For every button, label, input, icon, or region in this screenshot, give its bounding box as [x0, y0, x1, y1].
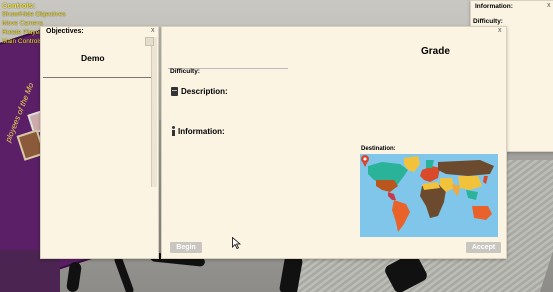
objectives-divider	[43, 77, 151, 78]
objectives-title: Objectives:	[46, 28, 84, 35]
controls-line: Show/Hide Objectives	[2, 11, 66, 18]
grade-label: Grade	[421, 46, 450, 57]
world-map	[360, 154, 498, 237]
close-icon[interactable]: x	[151, 27, 155, 34]
objective-item[interactable]: Demo	[81, 53, 105, 63]
objectives-scrollbar[interactable]	[151, 37, 157, 187]
information-difficulty-label: Difficulty:	[473, 18, 503, 25]
book-icon	[171, 87, 178, 96]
begin-button[interactable]: Begin	[170, 242, 202, 253]
close-icon[interactable]: x	[498, 27, 502, 34]
objectives-panel: Objectives: x Demo	[40, 26, 159, 259]
difficulty-label: Difficulty:	[170, 68, 200, 75]
controls-title: Controls:	[2, 1, 36, 10]
close-icon[interactable]: x	[547, 2, 551, 9]
information-label: Information:	[178, 126, 225, 136]
information-header: Information:	[171, 126, 225, 136]
description-header: Description:	[171, 87, 228, 96]
objectives-scroll-thumb[interactable]	[145, 37, 154, 46]
mission-panel: x Grade Difficulty: Description: Informa…	[161, 26, 507, 259]
description-label: Description:	[181, 87, 228, 96]
mouse-cursor-icon	[232, 237, 241, 249]
accept-button[interactable]: Accept	[466, 242, 501, 253]
information-title: Information:	[475, 3, 513, 10]
info-icon	[171, 126, 175, 136]
destination-label: Destination:	[361, 146, 396, 152]
